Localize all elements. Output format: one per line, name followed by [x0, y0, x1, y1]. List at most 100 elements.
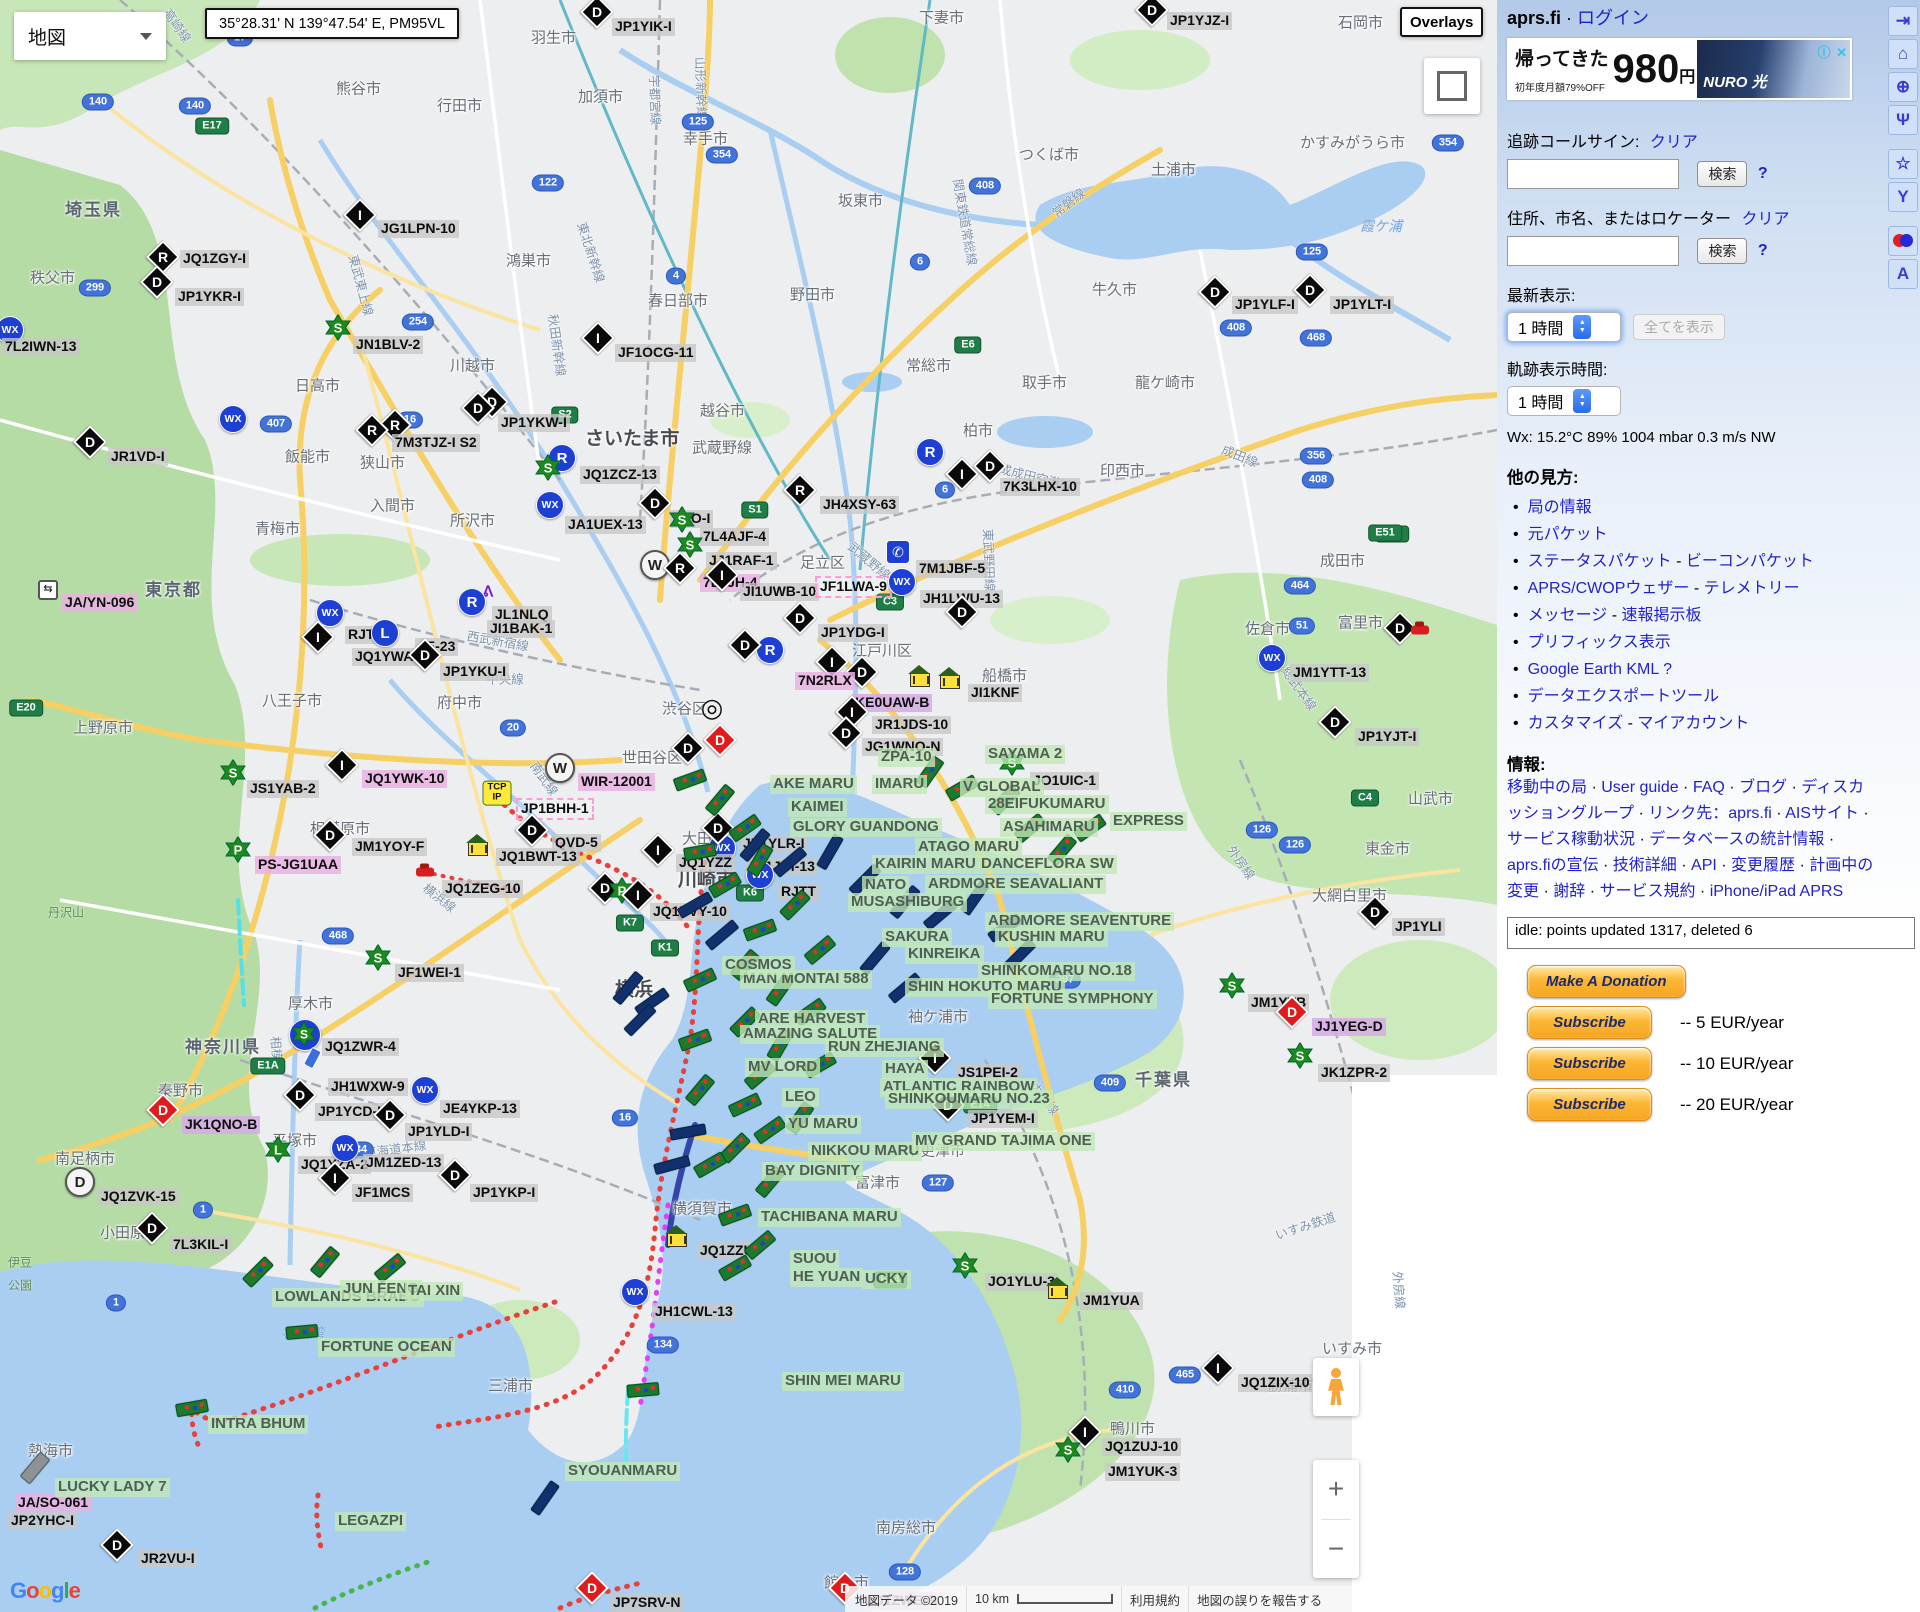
- ship-name-label[interactable]: TAI XIN: [405, 1282, 463, 1301]
- green-star-station-marker[interactable]: S: [1219, 973, 1245, 1004]
- station-callsign-label[interactable]: JK1QNO-B: [182, 1116, 260, 1134]
- station-callsign-label[interactable]: JQ1ZEG-10: [442, 880, 523, 898]
- station-callsign-label[interactable]: JF1WEI-1: [395, 964, 464, 982]
- ship-name-label[interactable]: IMARU: [872, 775, 927, 794]
- ship-name-label[interactable]: KINREIKA: [905, 945, 984, 964]
- station-callsign-label[interactable]: JQ1ZUJ-10: [1102, 1438, 1181, 1456]
- station-callsign-label[interactable]: JH1WXW-9: [328, 1078, 408, 1096]
- subscribe-button[interactable]: Subscribe: [1527, 1088, 1652, 1121]
- station-callsign-label[interactable]: JI1UWB-10: [740, 583, 819, 601]
- show-all-button[interactable]: 全てを表示: [1633, 314, 1725, 340]
- ship-name-label[interactable]: LEO: [782, 1088, 819, 1107]
- station-callsign-label[interactable]: WIR-12001: [578, 773, 655, 791]
- star-in-circle-station-marker[interactable]: S: [289, 1019, 321, 1051]
- ship-name-label[interactable]: RUN ZHEJIANG: [825, 1038, 944, 1057]
- station-callsign-label[interactable]: 7L3KIL-I: [170, 1236, 231, 1254]
- station-callsign-label[interactable]: JJ1YEG-D: [1312, 1018, 1386, 1036]
- station-callsign-label[interactable]: JI1KNF: [968, 684, 1022, 702]
- overlays-button[interactable]: Overlays: [1400, 7, 1483, 37]
- station-callsign-label[interactable]: JS1YAB-2: [247, 780, 319, 798]
- ship-name-label[interactable]: FORTUNE SYMPHONY: [988, 990, 1157, 1009]
- green-ship-marker[interactable]: [626, 1382, 659, 1398]
- station-callsign-label[interactable]: JF1MCS: [352, 1184, 413, 1202]
- station-callsign-label[interactable]: PS-JG1UAA: [255, 856, 341, 874]
- donate-button[interactable]: Make A Donation: [1527, 965, 1686, 998]
- station-callsign-label[interactable]: 7M3TJZ-I S2: [392, 434, 480, 452]
- info-link[interactable]: iPhone/iPad APRS: [1710, 883, 1843, 900]
- ad-close-icon[interactable]: ✕: [1836, 45, 1848, 60]
- station-callsign-label[interactable]: JQ1YWK-10: [362, 770, 447, 788]
- station-callsign-label[interactable]: JR1JDS-10: [872, 716, 951, 734]
- ship-name-label[interactable]: HAYA: [882, 1060, 928, 1079]
- sidebar-link[interactable]: 速報掲示板: [1622, 607, 1702, 624]
- station-callsign-label[interactable]: 7L4AJF-4: [700, 528, 769, 546]
- report-error-link[interactable]: 地図の誤りを報告する: [1197, 1590, 1322, 1609]
- sidebar-link[interactable]: テレメトリー: [1704, 580, 1800, 597]
- ship-name-label[interactable]: SAKURA: [882, 928, 952, 947]
- house-igate-marker[interactable]: [667, 1225, 687, 1247]
- login-link[interactable]: ログイン: [1577, 8, 1649, 28]
- green-star-station-marker[interactable]: S: [365, 945, 391, 976]
- white-circle-station-marker[interactable]: W: [545, 753, 575, 783]
- ship-name-label[interactable]: TACHIBANA MARU: [758, 1208, 901, 1227]
- station-callsign-label[interactable]: JP1YLF-I: [1232, 296, 1298, 314]
- station-callsign-label[interactable]: JR2VU-I: [138, 1550, 198, 1568]
- sidebar-link[interactable]: ステータスパケット: [1528, 553, 1672, 570]
- sidebar-link[interactable]: マイアカウント: [1637, 715, 1749, 732]
- station-callsign-label[interactable]: JF1LWA-9: [815, 576, 892, 598]
- ship-name-label[interactable]: UCKY: [862, 1270, 911, 1289]
- subscribe-button[interactable]: Subscribe: [1527, 1006, 1652, 1039]
- ship-name-label[interactable]: GLORY GUANDONG: [790, 818, 942, 837]
- blue-circle-station-marker[interactable]: L: [371, 619, 399, 647]
- station-callsign-label[interactable]: JG1LPN-10: [378, 220, 459, 238]
- address-clear-link[interactable]: クリア: [1741, 211, 1789, 228]
- station-callsign-label[interactable]: JR1VD-I: [108, 448, 168, 466]
- sidebar-link[interactable]: APRS/CWOPウェザー: [1528, 580, 1690, 597]
- station-callsign-label[interactable]: JQ1ZWR-4: [322, 1038, 399, 1056]
- address-search-button[interactable]: 検索: [1697, 238, 1747, 264]
- station-callsign-label[interactable]: JP1YJT-I: [1355, 728, 1419, 746]
- car-marker[interactable]: [1411, 626, 1429, 635]
- green-star-station-marker[interactable]: S: [1287, 1043, 1313, 1074]
- map-type-dropdown[interactable]: 地図: [14, 12, 166, 60]
- antenna-range-icon[interactable]: Ψ: [1888, 105, 1918, 135]
- blue-circle-station-marker[interactable]: R: [916, 438, 944, 466]
- info-link[interactable]: User guide: [1601, 779, 1678, 796]
- weather-station-marker[interactable]: WX: [411, 1076, 439, 1104]
- house-igate-marker[interactable]: [1048, 1277, 1068, 1299]
- info-link[interactable]: API: [1691, 857, 1717, 874]
- info-link[interactable]: AISサイト: [1785, 805, 1859, 822]
- ship-name-label[interactable]: AKE MARU: [770, 775, 857, 794]
- green-ship-marker[interactable]: [285, 1324, 318, 1340]
- map-canvas[interactable]: 熊谷市行田市羽生市加須市幸手市下妻市石岡市坂東市つくば市土浦市かすみがうら市霞ケ…: [0, 0, 1497, 1612]
- info-link[interactable]: 移動中の局: [1507, 779, 1587, 796]
- house-igate-marker[interactable]: [910, 665, 930, 687]
- phone-station-marker[interactable]: ✆: [886, 540, 910, 564]
- station-callsign-label[interactable]: JH1CWL-13: [652, 1303, 736, 1321]
- station-callsign-label[interactable]: JP1YLI: [1392, 918, 1445, 936]
- green-star-station-marker[interactable]: L: [265, 1137, 291, 1168]
- station-callsign-label[interactable]: JN1BLV-2: [353, 336, 423, 354]
- ship-name-label[interactable]: ARDMORE SEAVALIANT: [925, 875, 1106, 894]
- login-icon[interactable]: ⇥: [1888, 6, 1918, 36]
- sidebar-link[interactable]: プリフィックス表示: [1528, 634, 1671, 651]
- ship-name-label[interactable]: INTRA BHUM: [208, 1415, 308, 1434]
- ship-name-label[interactable]: ASAHIMARU: [1000, 818, 1098, 837]
- weather-station-marker[interactable]: WX: [331, 1134, 359, 1162]
- station-callsign-label[interactable]: JQ1ZIX-10: [1238, 1374, 1312, 1392]
- address-input[interactable]: [1507, 236, 1679, 266]
- station-callsign-label[interactable]: JP2YHC-I: [8, 1512, 77, 1530]
- info-link[interactable]: ブログ: [1739, 779, 1787, 796]
- station-callsign-label[interactable]: JM1ZED-13: [363, 1154, 444, 1172]
- sidebar-link[interactable]: ?: [1663, 661, 1672, 678]
- red-blue-dots-icon[interactable]: [1888, 226, 1918, 256]
- ship-name-label[interactable]: SAYAMA 2: [985, 745, 1065, 764]
- info-link[interactable]: 技術詳細: [1613, 857, 1677, 874]
- sidebar-link[interactable]: データエクスポートツール: [1528, 688, 1720, 705]
- ship-name-label[interactable]: MV LORD: [745, 1058, 820, 1077]
- track-help-link[interactable]: ?: [1758, 165, 1768, 182]
- ship-name-label[interactable]: KAIRIN MARU: [872, 855, 979, 874]
- station-callsign-label[interactable]: JP1YKU-I: [440, 663, 509, 681]
- terms-link[interactable]: 利用規約: [1130, 1590, 1180, 1609]
- ship-name-label[interactable]: BAY DIGNITY: [762, 1162, 863, 1181]
